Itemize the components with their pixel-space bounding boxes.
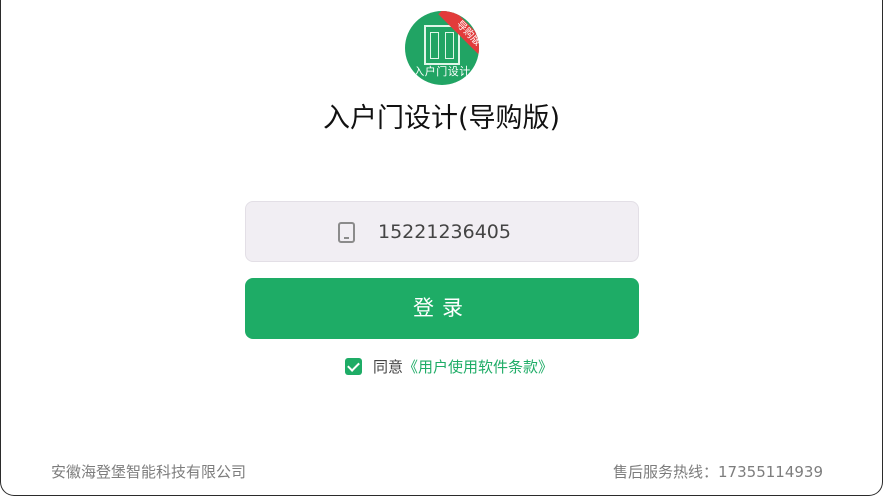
- login-button[interactable]: 登录: [245, 278, 639, 339]
- hotline-number: 17355114939: [718, 463, 823, 481]
- app-logo: 导购版 入户门设计: [405, 11, 479, 85]
- logo-text: 入户门设计: [413, 65, 471, 78]
- hotline-label: 售后服务热线：: [613, 463, 719, 481]
- agreement-row: 同意 《用户使用软件条款》: [345, 356, 553, 376]
- company-name: 安徽海登堡智能科技有限公司: [51, 463, 247, 481]
- phone-field[interactable]: [245, 201, 639, 262]
- app-title: 入户门设计(导购版): [322, 103, 561, 134]
- terms-link[interactable]: 《用户使用软件条款》: [403, 356, 553, 377]
- phone-input[interactable]: [378, 216, 618, 248]
- agree-checkbox[interactable]: [345, 357, 362, 375]
- hotline: 售后服务热线：17355114939: [613, 461, 823, 482]
- phone-icon: [338, 222, 355, 243]
- agree-prefix: 同意: [373, 357, 404, 376]
